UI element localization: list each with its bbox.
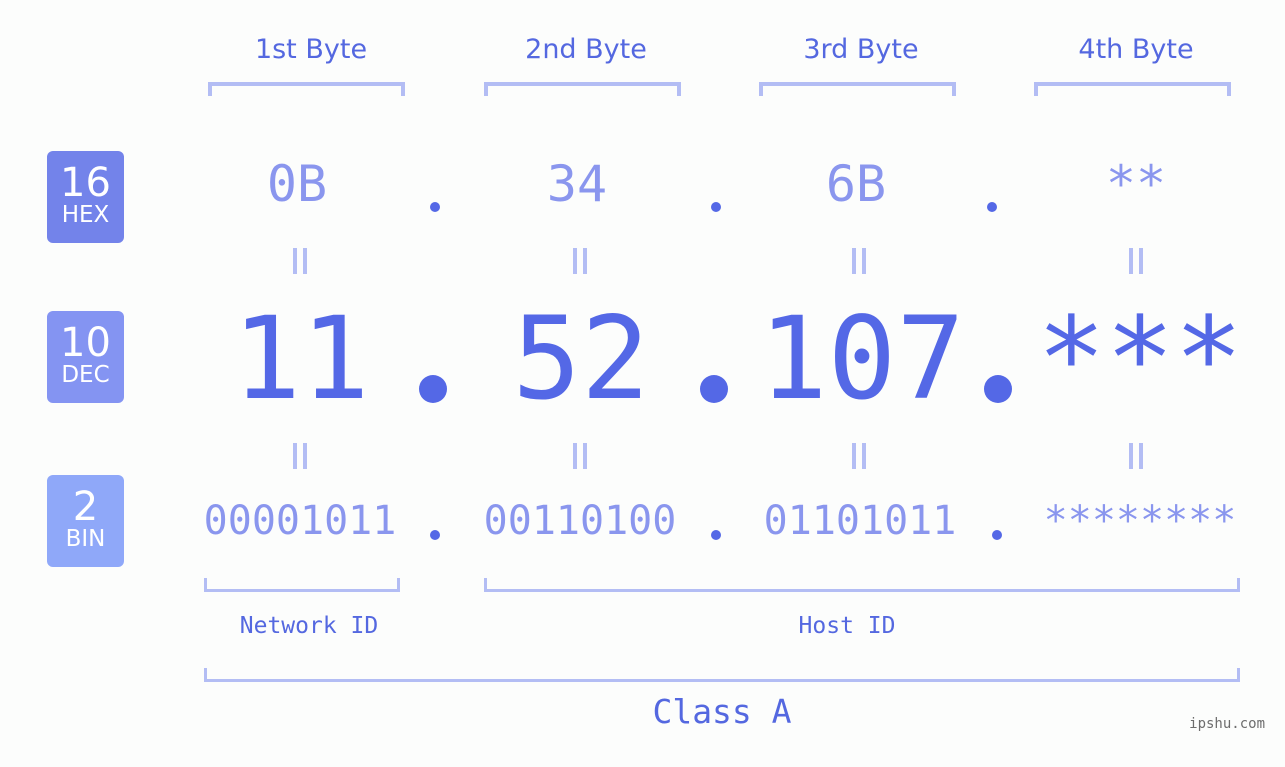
hex-value-4: ** (1105, 155, 1167, 213)
dec-value-3: 107 (759, 292, 965, 425)
bin-separator-dot (711, 530, 721, 540)
equals-icon (573, 248, 587, 274)
hex-separator-dot (430, 202, 440, 212)
bin-value-1: 00001011 (203, 498, 397, 544)
bin-value-4: ******** (1043, 498, 1237, 544)
equals-icon (852, 443, 866, 469)
hex-separator-dot (711, 202, 721, 212)
dec-value-4: *** (1037, 292, 1243, 425)
byte-bracket-2 (484, 82, 681, 96)
dec-badge: 10 DEC (47, 311, 124, 403)
equals-icon (1129, 443, 1143, 469)
dec-base-number: 10 (60, 320, 111, 366)
bin-base-label: BIN (65, 526, 106, 552)
byte-label-2: 2nd Byte (525, 34, 647, 65)
byte-label-1: 1st Byte (254, 34, 368, 65)
byte-bracket-3 (759, 82, 956, 96)
host-id-label: Host ID (798, 613, 896, 639)
equals-icon (293, 248, 307, 274)
dec-separator-dot (984, 375, 1012, 403)
byte-bracket-4 (1034, 82, 1231, 96)
watermark: ipshu.com (1189, 716, 1265, 732)
bin-badge: 2 BIN (47, 475, 124, 567)
hex-value-2: 34 (546, 155, 608, 213)
class-label: Class A (652, 692, 792, 731)
dec-value-1: 11 (232, 292, 370, 425)
bin-separator-dot (992, 530, 1002, 540)
byte-bracket-1 (208, 82, 405, 96)
equals-icon (852, 248, 866, 274)
dec-separator-dot (700, 375, 728, 403)
hex-value-1: 0B (266, 155, 328, 213)
hex-value-3: 6B (825, 155, 887, 213)
byte-label-4: 4th Byte (1078, 34, 1194, 65)
dec-value-2: 52 (512, 292, 650, 425)
dec-base-label: DEC (61, 362, 110, 388)
class-bracket (204, 668, 1240, 682)
bin-base-number: 2 (72, 484, 99, 530)
hex-separator-dot (987, 202, 997, 212)
equals-icon (1129, 248, 1143, 274)
byte-label-3: 3rd Byte (803, 34, 919, 65)
hex-badge: 16 HEX (47, 151, 124, 243)
dec-separator-dot (419, 375, 447, 403)
bin-value-2: 00110100 (483, 498, 677, 544)
equals-icon (573, 443, 587, 469)
hex-base-label: HEX (61, 202, 110, 228)
network-id-bracket (204, 578, 400, 592)
bin-value-3: 01101011 (763, 498, 957, 544)
network-id-label: Network ID (239, 613, 379, 639)
hex-base-number: 16 (60, 160, 111, 206)
equals-icon (293, 443, 307, 469)
bin-separator-dot (430, 530, 440, 540)
host-id-bracket (484, 578, 1240, 592)
